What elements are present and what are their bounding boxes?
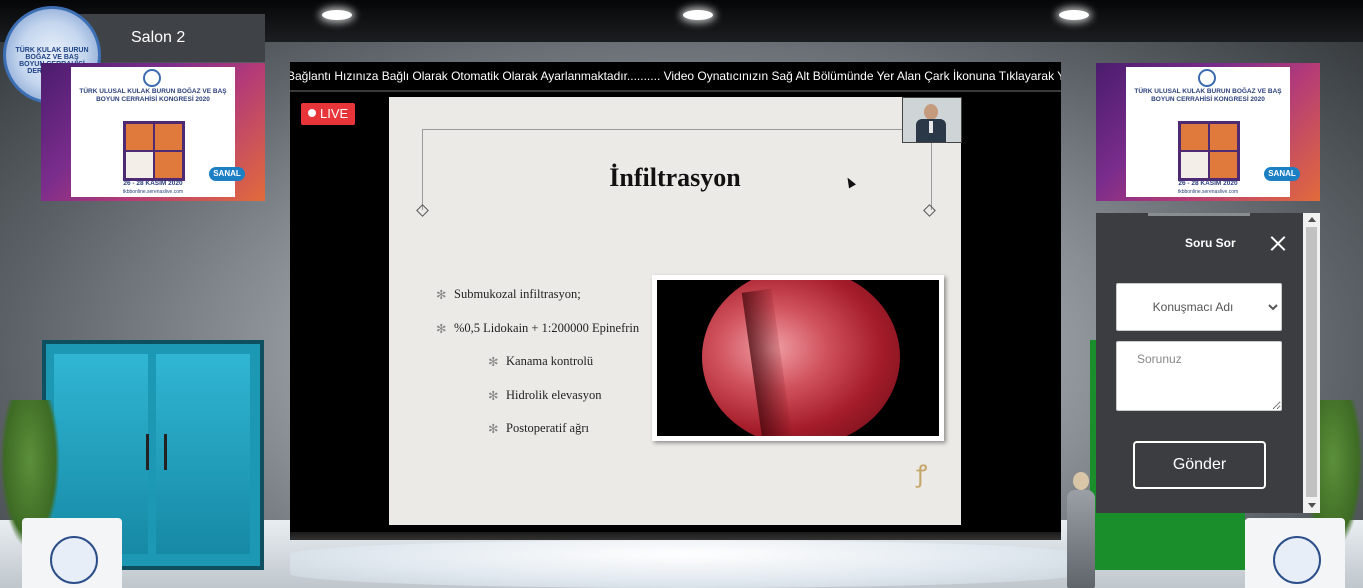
ceiling-light <box>322 10 352 20</box>
record-dot-icon <box>308 109 316 117</box>
ent-organs-icon <box>123 121 185 181</box>
sanal-badge: SANAL <box>1264 167 1300 181</box>
door-handle <box>146 434 149 470</box>
asterisk-icon: ✻ <box>436 288 447 302</box>
ceiling-light <box>1059 10 1089 20</box>
podium-left <box>22 518 122 588</box>
stage-platform <box>290 540 1080 588</box>
banner-url: tkbbonline.serenaslive.com <box>122 189 184 195</box>
live-badge: LIVE <box>301 103 356 125</box>
ceiling-light <box>683 10 713 20</box>
scroll-down-icon[interactable] <box>1308 503 1316 508</box>
banner-url: tkbbonline.serenaslive.com <box>1177 189 1239 195</box>
society-seal-icon <box>50 536 98 584</box>
panel-scrollbar[interactable] <box>1303 213 1320 513</box>
endoscopy-image <box>652 275 944 441</box>
asterisk-icon: ✻ <box>436 321 447 336</box>
congress-emblem-icon <box>1198 69 1216 87</box>
asterisk-icon: ✻ <box>488 422 499 436</box>
door-pane <box>156 354 250 554</box>
panel-title: Soru Sor <box>1185 236 1236 250</box>
salon-label: Salon 2 <box>131 29 186 46</box>
congress-banner-right: TÜRK ULUSAL KULAK BURUN BOĞAZ VE BAŞ BOY… <box>1096 63 1320 201</box>
ent-organs-icon <box>1178 121 1240 181</box>
scroll-up-icon[interactable] <box>1308 217 1316 222</box>
ticker-text: Bağlantı Hızınıza Bağlı Olarak Otomatik … <box>290 69 1061 83</box>
door-handle <box>164 434 167 470</box>
speaker-select[interactable]: Konuşmacı Adı <box>1116 283 1282 331</box>
ask-question-panel: Soru Sor Konuşmacı Adı Gönder <box>1096 213 1320 513</box>
sanal-badge: SANAL <box>209 167 245 181</box>
speaker-webcam <box>902 97 962 143</box>
virtual-presenter-figure <box>1063 472 1099 588</box>
congress-emblem-icon <box>143 69 161 87</box>
presentation-slide: İnfiltrasyon ✻ Submukozal infiltrasyon; … <box>389 97 961 525</box>
video-player[interactable]: Bağlantı Hızınıza Bağlı Olarak Otomatik … <box>290 62 1061 540</box>
send-button[interactable]: Gönder <box>1133 441 1266 489</box>
asterisk-icon: ✻ <box>488 355 499 369</box>
society-seal-icon <box>1273 536 1321 584</box>
banner-dates: 26 - 28 KASIM 2020 <box>123 180 183 187</box>
banner-title: TÜRK ULUSAL KULAK BURUN BOĞAZ VE BAŞ BOY… <box>79 88 227 103</box>
podium-right <box>1245 518 1345 588</box>
close-icon[interactable] <box>1270 235 1286 251</box>
question-input[interactable] <box>1116 341 1282 411</box>
slide-title: İnfiltrasyon <box>609 163 741 192</box>
info-ticker: Bağlantı Hızınıza Bağlı Olarak Otomatik … <box>290 62 1061 92</box>
congress-banner-left: TÜRK ULUSAL KULAK BURUN BOĞAZ VE BAŞ BOY… <box>41 63 265 201</box>
banner-title: TÜRK ULUSAL KULAK BURUN BOĞAZ VE BAŞ BOY… <box>1134 88 1282 103</box>
asterisk-icon: ✻ <box>488 388 499 403</box>
scrollbar-thumb[interactable] <box>1306 227 1317 497</box>
banner-dates: 26 - 28 KASIM 2020 <box>1178 180 1238 187</box>
slide-monogram-icon: ꝭ <box>916 462 928 488</box>
screen-bezel <box>290 532 1061 540</box>
panel-top-line <box>1148 213 1250 216</box>
live-label: LIVE <box>320 106 349 121</box>
